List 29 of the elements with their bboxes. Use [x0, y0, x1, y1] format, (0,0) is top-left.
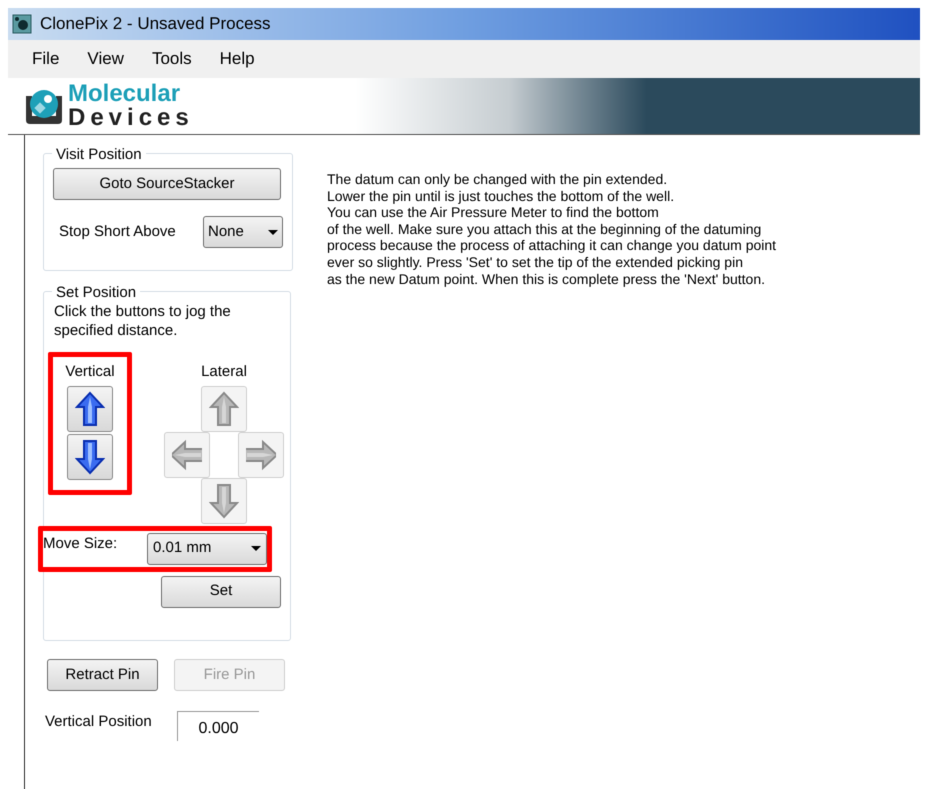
jog-button[interactable]: [67, 434, 113, 480]
menu-item[interactable]: Tools: [152, 46, 192, 72]
caret-icon: [268, 230, 278, 234]
arrow-down-icon: [75, 438, 105, 474]
arrow-down-icon: [209, 482, 239, 518]
menu-item[interactable]: Help: [220, 46, 255, 72]
logo-text: Molecular: [68, 82, 182, 106]
stop-short-label: Stop Short Above: [59, 222, 177, 242]
stop-short-dropdown[interactable]: None: [203, 216, 283, 248]
lateral-label: Lateral: [201, 362, 247, 382]
menu-item[interactable]: View: [87, 46, 124, 72]
arrow-up-icon: [209, 390, 239, 426]
jog-button[interactable]: [67, 386, 113, 432]
goto-button[interactable]: Goto SourceStacker: [53, 168, 281, 200]
logo-text: Devices: [68, 106, 194, 130]
instructions-text: The datum can only be changed with the pin extended. Lower the pin until is just touches the bottom of the well. You can use the Air Pressure Meter to find the bottom of the well. Make sure you attach this at the beginning of the datuming process because the process of attaching it can change you datum point ever so slightly. Press 'Set' to set the tip of the extended picking pin as the new Datum point. When this is complete press the 'Next' button.: [327, 171, 776, 289]
arrow-up-icon: [75, 390, 105, 426]
vertical-label: Vertical: [65, 362, 115, 382]
menu-item[interactable]: File: [32, 46, 60, 72]
move-size-label: Move Size:: [43, 534, 118, 554]
pin-button[interactable]: Retract Pin: [47, 659, 158, 691]
window-title: ClonePix 2 - Unsaved Process: [40, 13, 271, 36]
set-button[interactable]: Set: [161, 576, 281, 608]
move-size-dropdown[interactable]: 0.01 mm: [147, 532, 267, 564]
caret-icon: [251, 546, 261, 551]
hint-text: Click the buttons to jog the specified distance.: [54, 302, 232, 340]
vertical-position-label: Vertical Position: [45, 712, 153, 732]
app-icon: [12, 14, 32, 34]
vertical-position-field[interactable]: 0.000: [177, 711, 259, 741]
